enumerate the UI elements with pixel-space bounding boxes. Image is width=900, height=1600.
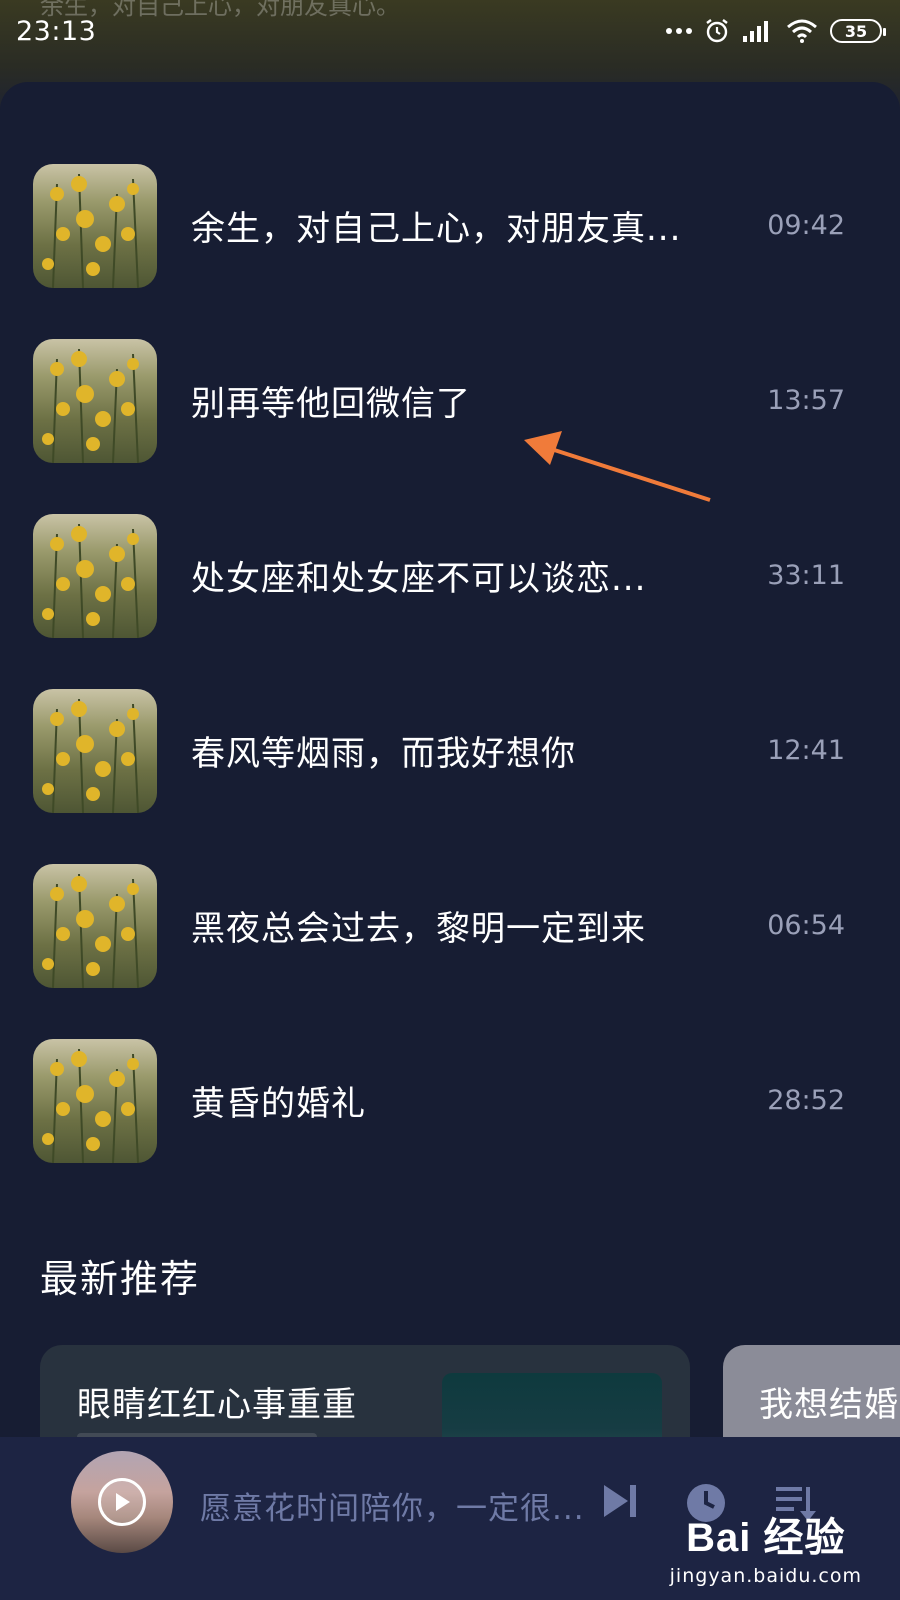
more-dots-icon [666, 28, 692, 34]
episode-title: 黑夜总会过去，黎明一定到来 [191, 909, 646, 949]
wifi-icon [787, 19, 817, 43]
recommend-card-title: 眼睛红红心事重重 [77, 1385, 357, 1425]
watermark-url: jingyan.baidu.com [669, 1565, 862, 1587]
now-playing-title: 愿意花时间陪你，一定很... [200, 1491, 585, 1527]
episode-title: 春风等烟雨，而我好想你 [191, 734, 576, 774]
list-item[interactable]: 春风等烟雨，而我好想你 12:41 [0, 663, 900, 838]
episode-cover-image [33, 688, 157, 813]
episode-cover-image [33, 338, 157, 463]
play-icon [116, 1493, 130, 1511]
episode-duration: 33:11 [767, 560, 845, 591]
episode-cover-image [33, 1038, 157, 1163]
battery-icon: 35 [830, 19, 886, 43]
status-bar: 23:13 35 [0, 0, 900, 62]
episode-duration: 12:41 [767, 735, 845, 766]
episode-list: 余生，对自己上心，对朋友真... 09:42 别再等他回微信了 13:57 处女… [0, 138, 900, 1188]
status-time: 23:13 [16, 15, 97, 47]
episode-duration: 28:52 [767, 1085, 845, 1116]
episode-duration: 06:54 [767, 910, 845, 941]
episode-title: 别再等他回微信了 [191, 384, 471, 424]
list-item[interactable]: 黄昏的婚礼 28:52 [0, 1013, 900, 1188]
episode-cover-image [33, 863, 157, 988]
episode-title: 余生，对自己上心，对朋友真... [191, 209, 682, 249]
annotation-arrow-icon [524, 431, 711, 502]
player-cover[interactable] [71, 1451, 173, 1553]
alarm-icon [706, 19, 728, 43]
episode-cover-image [33, 163, 157, 288]
signal-icon [743, 21, 768, 42]
section-title-recommend: 最新推荐 [40, 1257, 201, 1301]
list-item[interactable]: 余生，对自己上心，对朋友真... 09:42 [0, 138, 900, 313]
episode-title: 处女座和处女座不可以谈恋... [191, 559, 647, 599]
list-item[interactable]: 别再等他回微信了 13:57 [0, 313, 900, 488]
list-item[interactable]: 处女座和处女座不可以谈恋... 33:11 [0, 488, 900, 663]
recommend-card-title: 我想结婚 [759, 1385, 899, 1425]
list-item[interactable]: 黑夜总会过去，黎明一定到来 06:54 [0, 838, 900, 1013]
episode-cover-image [33, 513, 157, 638]
baidu-jingyan-watermark: Bai 经验 jingyan.baidu.com [670, 1505, 862, 1587]
episode-duration: 13:57 [767, 385, 845, 416]
episode-duration: 09:42 [767, 210, 845, 241]
play-button[interactable] [98, 1478, 146, 1526]
next-track-icon[interactable] [600, 1481, 640, 1521]
status-icons: 35 [666, 18, 886, 44]
episode-title: 黄昏的婚礼 [191, 1084, 366, 1124]
watermark-logo: Bai 经验 [686, 1516, 846, 1560]
